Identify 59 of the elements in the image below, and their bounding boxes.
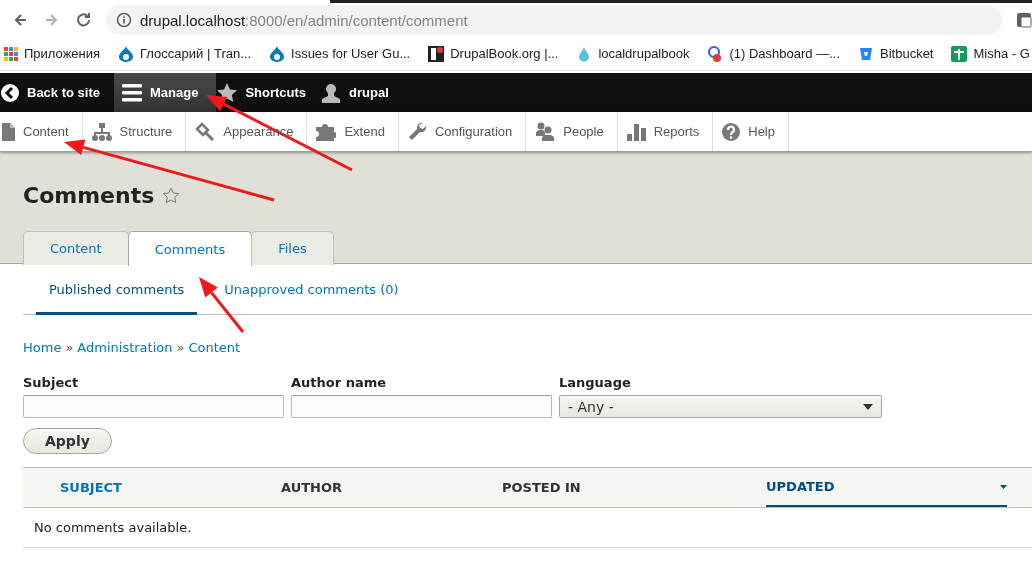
url-text: drupal.localhost:8000/en/admin/content/comment bbox=[140, 11, 468, 29]
bookmark[interactable]: DrupalBook.org |... bbox=[428, 45, 559, 62]
drop-icon bbox=[118, 45, 135, 62]
drop-icon bbox=[269, 45, 285, 62]
bookmark[interactable]: Issues for User Gu... bbox=[269, 45, 411, 62]
bookmark[interactable]: localdrupalbook bbox=[576, 45, 690, 62]
field-label: Subject bbox=[23, 375, 80, 390]
bookmark-icon bbox=[707, 45, 724, 62]
column-header[interactable]: SUBJECT bbox=[60, 468, 281, 507]
field-label: Author name bbox=[291, 375, 388, 390]
breadcrumb-link[interactable]: Content bbox=[188, 340, 241, 355]
menu-icon bbox=[122, 82, 142, 103]
secondary-tab[interactable]: Published comments bbox=[36, 264, 198, 315]
address-bar[interactable]: drupal.localhost:8000/en/admin/content/comment bbox=[106, 5, 1002, 35]
toolbar-tab[interactable]: Back to site bbox=[0, 73, 114, 112]
tab[interactable]: Files bbox=[251, 231, 334, 265]
star-icon[interactable] bbox=[162, 186, 181, 204]
breadcrumb-link[interactable]: Home bbox=[23, 340, 62, 355]
toolbar-tab[interactable]: drupal bbox=[320, 73, 403, 112]
page-title: Comments bbox=[23, 182, 155, 208]
bookmark-icon bbox=[428, 45, 445, 62]
hierarchy-icon bbox=[91, 122, 112, 141]
people-icon bbox=[535, 122, 556, 141]
bookmark[interactable]: Misha - G bbox=[951, 45, 1030, 62]
apply-button[interactable]: Apply bbox=[23, 428, 112, 454]
breadcrumb-separator: » bbox=[65, 340, 74, 355]
sort-caret-icon bbox=[1000, 484, 1007, 489]
bookmark[interactable]: Bitbucket bbox=[858, 45, 934, 62]
bookmark[interactable]: Глоссарий | Tran... bbox=[118, 45, 251, 62]
back-icon[interactable] bbox=[12, 13, 28, 27]
field-label: Language bbox=[559, 375, 632, 390]
caret-icon bbox=[863, 403, 873, 410]
tab[interactable]: Content bbox=[23, 231, 129, 265]
input-field[interactable] bbox=[23, 395, 284, 418]
empty-message: No comments available. bbox=[34, 520, 192, 535]
bar-chart-icon bbox=[626, 122, 646, 141]
reload-icon[interactable] bbox=[76, 12, 92, 28]
plus-icon bbox=[951, 45, 968, 62]
paintbrush-icon bbox=[195, 122, 216, 141]
bucket-icon bbox=[858, 45, 874, 62]
help-icon bbox=[722, 122, 741, 141]
bookmark[interactable]: (1) Dashboard —... bbox=[707, 45, 840, 62]
breadcrumb-separator: » bbox=[176, 340, 185, 355]
tab[interactable]: Comments bbox=[127, 231, 253, 266]
column-header: AUTHOR bbox=[281, 479, 344, 497]
apps-grid-icon bbox=[4, 46, 18, 61]
secondary-tab[interactable]: Unapproved comments (0) bbox=[211, 264, 412, 315]
breadcrumb-link[interactable]: Administration bbox=[77, 340, 173, 355]
select-field[interactable]: - Any - bbox=[559, 395, 882, 418]
column-header: POSTED IN bbox=[502, 479, 582, 497]
user-icon bbox=[321, 82, 342, 103]
input-field[interactable] bbox=[291, 395, 552, 418]
column-header[interactable]: UPDATED bbox=[766, 468, 1007, 507]
bookmark[interactable]: Приложения bbox=[4, 46, 101, 61]
info-icon[interactable] bbox=[116, 12, 132, 28]
puzzle-icon bbox=[316, 122, 337, 141]
toolbar-tab[interactable]: Manage bbox=[114, 73, 217, 112]
document-icon bbox=[1, 122, 15, 141]
wrench-icon bbox=[407, 122, 427, 141]
